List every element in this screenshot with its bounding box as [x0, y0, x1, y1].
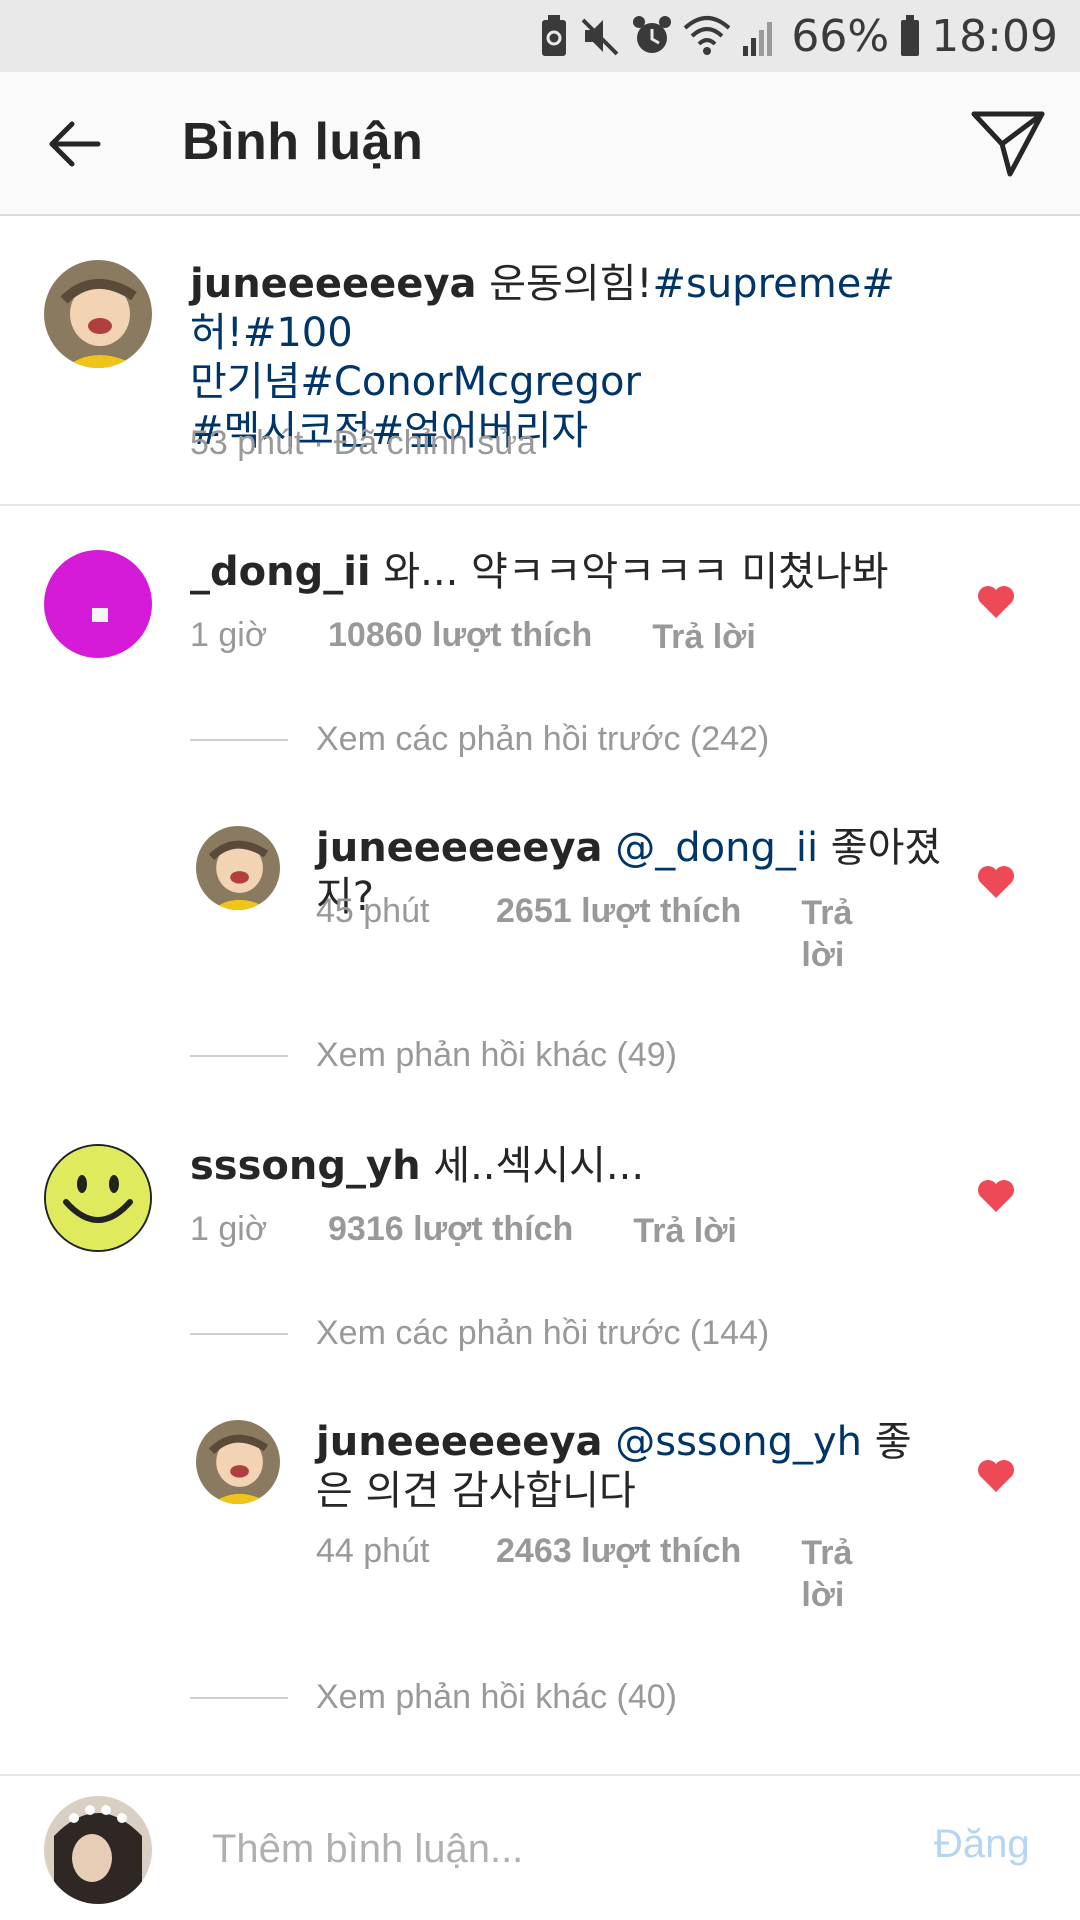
battery-percent: 66%: [791, 10, 890, 62]
avatar[interactable]: [44, 550, 152, 658]
comment-text: juneeeeeeya @sssong_yh 좋은 의견 감사합니다: [316, 1418, 916, 1516]
divider-line: [190, 1054, 288, 1057]
comment-input[interactable]: [210, 1808, 894, 1890]
comment-time: 44 phút: [316, 1532, 430, 1570]
comment-meta: 44 phút 2463 lượt thích Trả lời: [316, 1532, 871, 1616]
share-button[interactable]: [970, 108, 1048, 180]
clock: 18:09: [931, 10, 1058, 62]
caption-hashtags-2[interactable]: 만기념#ConorMcgregor: [190, 359, 641, 405]
comment-time: 45 phút: [316, 892, 430, 930]
view-replies-label: Xem phản hồi khác (40): [316, 1678, 677, 1716]
back-button[interactable]: [44, 114, 104, 174]
mention-link[interactable]: @sssong_yh: [603, 1419, 862, 1465]
status-bar: 66% 18:09: [0, 0, 1080, 72]
comment-text: _dong_ii 와... 약ㅋㅋ악ㅋㅋㅋ 미쳤나봐: [190, 548, 889, 597]
heart-filled-icon[interactable]: [976, 1178, 1016, 1214]
alarm-icon: [631, 14, 673, 58]
comment-likes[interactable]: 2651 lượt thích: [496, 892, 741, 931]
view-replies-button[interactable]: Xem phản hồi khác (40): [190, 1678, 677, 1717]
comment-likes[interactable]: 9316 lượt thích: [328, 1210, 573, 1249]
comment-meta: 45 phút 2651 lượt thích Trả lời: [316, 892, 871, 976]
comment-time: 1 giờ: [190, 616, 268, 654]
reply-button[interactable]: Trả lời: [633, 1210, 737, 1252]
comment-username[interactable]: juneeeeeeya: [316, 1419, 603, 1465]
comment-meta: 1 giờ 10860 lượt thích Trả lời: [190, 616, 756, 658]
comment-username[interactable]: _dong_ii: [190, 549, 371, 595]
comment-body: 세..섹시시...: [420, 1143, 645, 1189]
current-user-avatar: [44, 1796, 152, 1904]
comment-likes[interactable]: 2463 lượt thích: [496, 1532, 741, 1571]
view-replies-button[interactable]: Xem phản hồi khác (49): [190, 1036, 677, 1075]
comment-input-bar: Đăng: [0, 1774, 1080, 1920]
post-caption: juneeeeeeya 운동의힘!#supreme#허!#100 만기념#Con…: [0, 216, 1080, 506]
arrow-left-icon: [49, 121, 101, 167]
page-title: Bình luận: [182, 113, 424, 171]
divider-line: [190, 1696, 288, 1699]
comment-body: 와... 약ㅋㅋ악ㅋㅋㅋ 미쳤나봐: [370, 549, 889, 595]
caption-username[interactable]: juneeeeeeya: [190, 261, 477, 307]
comment-likes[interactable]: 10860 lượt thích: [328, 616, 592, 655]
comment-meta: 1 giờ 9316 lượt thích Trả lời: [190, 1210, 737, 1252]
view-replies-label: Xem phản hồi khác (49): [316, 1036, 677, 1074]
reply-button[interactable]: Trả lời: [801, 892, 871, 976]
reply-button[interactable]: Trả lời: [801, 1532, 871, 1616]
view-replies-button[interactable]: Xem các phản hồi trước (242): [190, 720, 769, 759]
post-button[interactable]: Đăng: [934, 1822, 1030, 1867]
heart-filled-icon[interactable]: [976, 1458, 1016, 1494]
reply-button[interactable]: Trả lời: [652, 616, 756, 658]
signal-icon: [741, 14, 777, 58]
mute-icon: [579, 14, 621, 58]
divider-line: [190, 738, 288, 741]
top-bar: Bình luận: [0, 72, 1080, 216]
divider-line: [190, 1332, 288, 1335]
avatar[interactable]: [44, 1144, 152, 1252]
view-replies-label: Xem các phản hồi trước (144): [316, 1314, 770, 1352]
battery-icon: [899, 14, 921, 58]
battery-saver-icon: [539, 14, 569, 58]
view-replies-label: Xem các phản hồi trước (242): [316, 720, 770, 758]
avatar[interactable]: [196, 1420, 280, 1504]
comment-username[interactable]: juneeeeeeya: [316, 825, 603, 871]
view-replies-button[interactable]: Xem các phản hồi trước (144): [190, 1314, 769, 1353]
wifi-icon: [683, 14, 731, 58]
avatar[interactable]: [196, 826, 280, 910]
comment-text: sssong_yh 세..섹시시...: [190, 1142, 644, 1191]
mention-link[interactable]: @_dong_ii: [603, 825, 818, 871]
comment-username[interactable]: sssong_yh: [190, 1143, 421, 1189]
comment-time: 1 giờ: [190, 1210, 268, 1248]
caption-timestamp: 53 phút · Đã chỉnh sửa: [190, 424, 536, 462]
paper-plane-icon: [971, 111, 1045, 177]
heart-filled-icon[interactable]: [976, 864, 1016, 900]
caption-body: 운동의힘!: [476, 261, 653, 307]
avatar[interactable]: [44, 260, 152, 368]
heart-filled-icon[interactable]: [976, 584, 1016, 620]
